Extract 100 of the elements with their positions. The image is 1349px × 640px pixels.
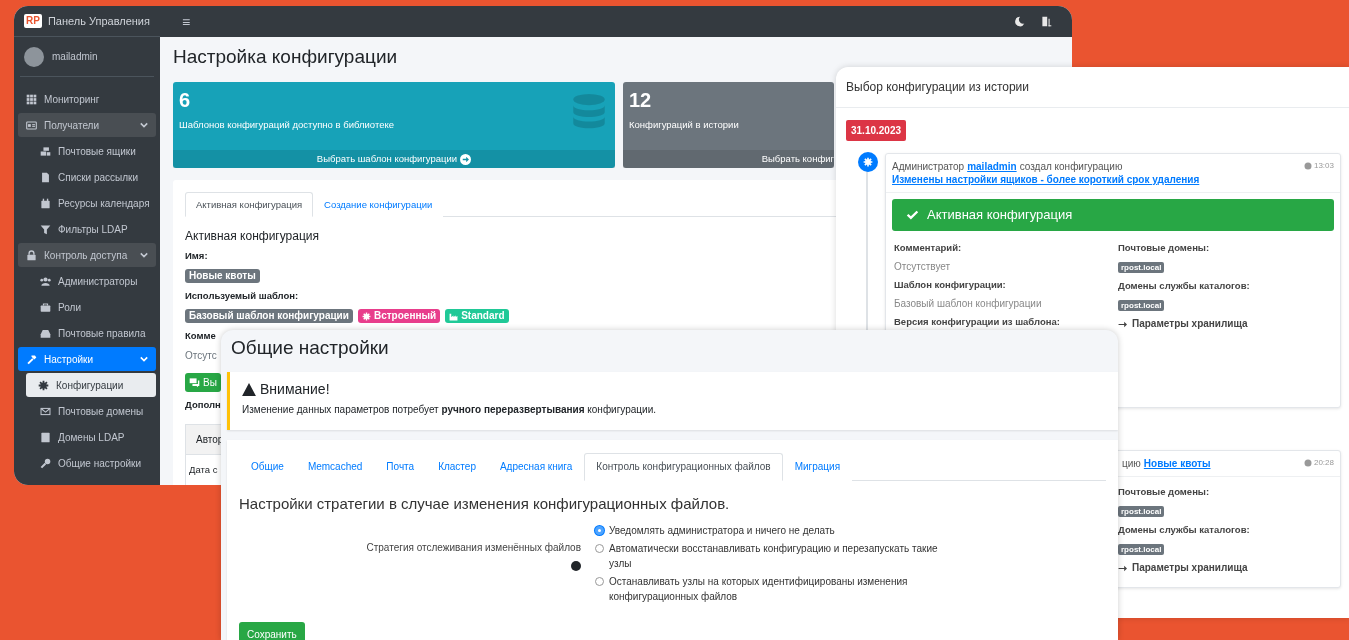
- sidebar-item[interactable]: Ресурсы календаря: [18, 191, 156, 215]
- comments-icon: [189, 377, 200, 388]
- avatar: [24, 46, 44, 67]
- detail-label: Домены службы каталогов:: [1118, 523, 1250, 537]
- sidebar-item[interactable]: Общие настройки: [18, 451, 156, 475]
- page-title: Настройка конфигурации: [173, 45, 399, 69]
- gear-icon: [863, 157, 873, 167]
- entry-time: 13:03: [1303, 160, 1334, 172]
- tag: Standard: [445, 309, 509, 323]
- factory-icon: [449, 311, 459, 321]
- entry-link[interactable]: mailadmin: [967, 160, 1017, 173]
- tag: Новые квоты: [185, 269, 260, 283]
- detail-value: Базовый шаблон конфигурации: [894, 296, 1043, 311]
- tag: rpost.local: [1118, 543, 1165, 555]
- entry-text: цию: [1122, 457, 1141, 470]
- tag: Встроенный: [357, 309, 441, 323]
- menu-button[interactable]: ≡: [180, 14, 193, 29]
- alert-title: Внимание!: [260, 380, 330, 398]
- sidebar-item[interactable]: Почтовые правила: [18, 321, 156, 345]
- info-box-value: 6: [179, 88, 192, 112]
- date-label: 31.10.2023: [846, 120, 907, 141]
- wrench-icon: [40, 457, 51, 469]
- radio-label[interactable]: Останавливать узлы на которых идентифицированы изменения конфигурационных файлов: [609, 574, 945, 604]
- chevron-down-icon: [140, 121, 148, 129]
- detail-label: Комментарий:: [894, 241, 963, 255]
- id-card-icon: [26, 119, 37, 131]
- field-label: Используемый шаблон:: [185, 289, 299, 303]
- field-label: Имя:: [185, 249, 208, 263]
- radio-button[interactable]: [595, 577, 604, 586]
- arrow-right-icon: [1118, 319, 1127, 329]
- detail-value: Отсутствует: [894, 259, 952, 274]
- sidebar-item[interactable]: Конфигурации: [26, 373, 156, 397]
- dialog-title: Выбор конфигурации из истории: [846, 79, 1029, 96]
- moon-icon[interactable]: [1014, 16, 1025, 27]
- grid-icon: [26, 93, 37, 105]
- radio-label[interactable]: Уведомлять администратора и ничего не делать: [609, 523, 835, 538]
- detail-label: Версия конфигурации из шаблона:: [894, 315, 1061, 329]
- gear-icon: [38, 379, 49, 391]
- radio-button[interactable]: [595, 544, 604, 553]
- chevron-down-icon: [140, 355, 148, 363]
- sidebar-item[interactable]: Получатели: [18, 113, 156, 137]
- tag: rpost.local: [1118, 299, 1165, 311]
- info-box-caption: Конфигураций в истории: [629, 118, 740, 132]
- radio-label[interactable]: Автоматически восстанавливать конфигурацию и перезапускать такие узлы: [609, 541, 945, 571]
- sidebar-item[interactable]: Администраторы: [18, 269, 156, 293]
- section-title: Настройки стратегии в случае изменения конфигурационных файлов.: [239, 495, 731, 513]
- field-label: Комме: [185, 329, 216, 343]
- tag: Базовый шаблон конфигурации: [185, 309, 353, 323]
- detail-label: Почтовые домены:: [1118, 485, 1211, 499]
- logo: RP: [24, 14, 42, 28]
- detail-label: Шаблон конфигурации:: [894, 278, 1007, 292]
- users-icon: [40, 275, 51, 287]
- door-icon[interactable]: [1041, 16, 1052, 27]
- hammer-icon: [26, 353, 37, 365]
- entry-link[interactable]: Новые квоты: [1143, 457, 1211, 470]
- sidebar-item[interactable]: Домены LDAP: [18, 425, 156, 449]
- calendar-icon: [40, 197, 51, 209]
- storage-toggle[interactable]: Параметры хранилища: [1118, 559, 1250, 578]
- filter-icon: [40, 223, 51, 235]
- section-title: Активная конфигурация: [185, 229, 321, 243]
- sidebar-item[interactable]: Почтовые домены: [18, 399, 156, 423]
- sidebar-item[interactable]: Списки рассылки: [18, 165, 156, 189]
- field-value: Отсутс: [185, 349, 217, 363]
- lock-icon: [26, 249, 37, 261]
- status-banner: Активная конфигурация: [892, 199, 1334, 231]
- inbox-icon: [40, 327, 51, 339]
- info-box-caption: Шаблонов конфигураций доступно в библиотеке: [179, 118, 395, 132]
- detail-label: Домены службы каталогов:: [1118, 279, 1250, 293]
- field-label: Стратегия отслеживания изменённых файлов: [366, 541, 581, 555]
- user-name[interactable]: mailadmin: [52, 49, 98, 64]
- boxes-icon: [40, 145, 51, 157]
- briefcase-icon: [40, 301, 51, 313]
- tag: rpost.local: [1118, 505, 1165, 517]
- entry-link[interactable]: Изменены настройки ящиков - более короткий срок удаления: [892, 173, 1200, 186]
- detail-label: Почтовые домены:: [1118, 241, 1211, 255]
- tag: rpost.local: [1118, 261, 1165, 273]
- subheading: Дополн: [185, 398, 221, 412]
- info-box-value: 12: [629, 88, 653, 112]
- warning-icon: [242, 382, 256, 396]
- radio-button[interactable]: [595, 526, 604, 535]
- gear-icon: [361, 311, 371, 321]
- check-icon: [906, 208, 919, 222]
- file-icon: [40, 171, 51, 183]
- entry-time: 20:28: [1303, 457, 1334, 469]
- sidebar-item[interactable]: Контроль доступа: [18, 243, 156, 267]
- arrow-right-icon: [1118, 563, 1127, 573]
- sidebar-item[interactable]: Настройки: [18, 347, 156, 371]
- alert-message: Изменение данных параметров потребует ручного переразвертывания конфигурации.: [242, 403, 658, 417]
- app-title: Панель Управления: [47, 13, 150, 29]
- sidebar-item[interactable]: Мониторинг: [18, 87, 156, 111]
- info-box-footer[interactable]: Выбрать шаблон конфигурации: [173, 150, 615, 168]
- tab[interactable]: Контроль конфигурационных файлов: [584, 453, 783, 481]
- sidebar-item[interactable]: Роли: [18, 295, 156, 319]
- tab[interactable]: Активная конфигурация: [185, 192, 314, 217]
- entry-text: Администратор: [892, 160, 965, 173]
- storage-toggle[interactable]: Параметры хранилища: [1118, 315, 1250, 334]
- sidebar-item[interactable]: Фильтры LDAP: [18, 217, 156, 241]
- entry-text: создал конфигурацию: [1019, 160, 1123, 173]
- sidebar-item[interactable]: Почтовые ящики: [18, 139, 156, 163]
- info-box-footer[interactable]: Выбрать конфиг: [623, 150, 834, 168]
